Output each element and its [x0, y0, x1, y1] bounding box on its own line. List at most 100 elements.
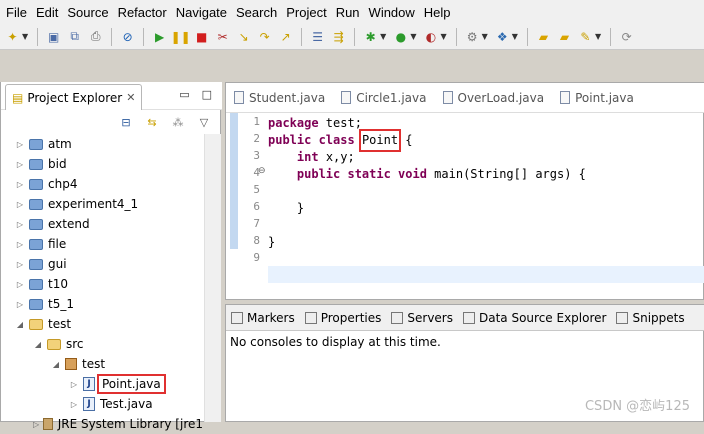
- menu-window[interactable]: Window: [367, 5, 422, 20]
- focus-icon[interactable]: ⁂: [170, 114, 186, 130]
- collapsed-arrow-icon[interactable]: ▷: [15, 140, 25, 149]
- editor-tab[interactable]: Student.java: [226, 83, 333, 113]
- collapsed-arrow-icon[interactable]: ▷: [33, 420, 39, 429]
- collapsed-arrow-icon[interactable]: ▷: [69, 400, 79, 409]
- resume-icon[interactable]: ▶: [151, 28, 168, 45]
- project-folder-icon: [29, 178, 43, 190]
- minimize-icon[interactable]: ▭: [179, 88, 189, 101]
- tree-item[interactable]: ▷ experiment4_1: [1, 194, 203, 214]
- pen-icon[interactable]: ✎: [577, 28, 594, 45]
- collapsed-arrow-icon[interactable]: ▷: [15, 180, 25, 189]
- maximize-icon[interactable]: □: [202, 88, 212, 101]
- menu-edit[interactable]: Edit: [34, 5, 65, 20]
- console-tab-label: Data Source Explorer: [479, 310, 607, 325]
- collapsed-arrow-icon[interactable]: ▷: [15, 160, 25, 169]
- tree-item[interactable]: ▷ J Point.java: [1, 374, 203, 394]
- step-into-icon[interactable]: ↘: [235, 28, 252, 45]
- link-with-editor-icon[interactable]: ⇆: [144, 114, 160, 130]
- tree-item[interactable]: ▷ t10: [1, 274, 203, 294]
- menu-refactor[interactable]: Refactor: [116, 5, 174, 20]
- expanded-arrow-icon[interactable]: ◢: [51, 360, 61, 369]
- collapsed-arrow-icon[interactable]: ▷: [15, 220, 25, 229]
- suspend-icon[interactable]: ❚❚: [171, 28, 191, 45]
- editor-tab-label: Student.java: [249, 90, 326, 105]
- tree-item[interactable]: ▷ JRE System Library [jre1: [1, 414, 203, 434]
- open-project-icon[interactable]: ▰: [556, 28, 573, 45]
- tab-markers[interactable]: Markers: [226, 311, 300, 325]
- tree-item[interactable]: ▷ chp4: [1, 174, 203, 194]
- collapsed-arrow-icon[interactable]: ▷: [15, 260, 25, 269]
- pin-icon[interactable]: ⟳: [618, 28, 635, 45]
- tab-data-source-explorer[interactable]: Data Source Explorer: [458, 311, 611, 325]
- tree-item[interactable]: ◢ test: [1, 314, 203, 334]
- collapsed-arrow-icon[interactable]: ▷: [15, 200, 25, 209]
- expanded-arrow-icon[interactable]: ◢: [15, 320, 25, 329]
- tree-item[interactable]: ▷ gui: [1, 254, 203, 274]
- menu-search[interactable]: Search: [234, 5, 284, 20]
- menu-help[interactable]: Help: [422, 5, 458, 20]
- tree-item[interactable]: ▷ J Test.java: [1, 394, 203, 414]
- menu-source[interactable]: Source: [65, 5, 115, 20]
- tab-snippets[interactable]: Snippets: [611, 311, 689, 325]
- save-all-icon[interactable]: ⧉: [66, 28, 83, 45]
- tree-item-label: test: [48, 317, 72, 331]
- fold-icon[interactable]: ⊖: [258, 166, 266, 176]
- tree-item[interactable]: ▷ bid: [1, 154, 203, 174]
- open-type-icon[interactable]: ⇶: [330, 28, 347, 45]
- new-server-icon[interactable]: ⚙: [464, 28, 481, 45]
- tree-item[interactable]: ▷ t5_1: [1, 294, 203, 314]
- code-area[interactable]: package test; public class Point { int x,…: [268, 113, 704, 283]
- disconnect-icon[interactable]: ✂: [214, 28, 231, 45]
- editor-tabs: Student.java Circle1.java OverLoad.java Poi…: [226, 83, 704, 113]
- run-icon[interactable]: ●: [392, 28, 409, 45]
- external-tools-dropdown-icon[interactable]: ▼: [440, 32, 446, 41]
- print-icon[interactable]: ⎙: [87, 28, 104, 45]
- code-text: test;: [318, 116, 362, 130]
- tree-scrollbar[interactable]: [204, 134, 221, 422]
- editor-tab[interactable]: Circle1.java: [333, 83, 434, 113]
- expanded-arrow-icon[interactable]: ◢: [33, 340, 43, 349]
- new-server-dropdown-icon[interactable]: ▼: [482, 32, 488, 41]
- editor-tab[interactable]: OverLoad.java: [435, 83, 553, 113]
- editor-tab[interactable]: Point.java: [552, 83, 642, 113]
- tab-project-explorer[interactable]: ▤ Project Explorer ✕: [5, 84, 143, 110]
- debug-icon[interactable]: ✱: [362, 28, 379, 45]
- tree-item[interactable]: ◢ src: [1, 334, 203, 354]
- close-icon[interactable]: ✕: [126, 91, 135, 104]
- tree-item[interactable]: ▷ extend: [1, 214, 203, 234]
- open-folder-icon[interactable]: ▰: [535, 28, 552, 45]
- terminate-icon[interactable]: ■: [193, 28, 210, 45]
- tab-properties[interactable]: Properties: [300, 311, 387, 325]
- tree-item[interactable]: ▷ atm: [1, 134, 203, 154]
- pen-dropdown-icon[interactable]: ▼: [595, 32, 601, 41]
- new-icon[interactable]: ✦: [4, 28, 21, 45]
- menu-run[interactable]: Run: [334, 5, 367, 20]
- collapse-all-icon[interactable]: ⊟: [118, 114, 134, 130]
- new-class-icon[interactable]: ❖: [494, 28, 511, 45]
- use-step-filters-icon[interactable]: ☰: [309, 28, 326, 45]
- class-name-highlight: Point: [358, 129, 402, 152]
- save-icon[interactable]: ▣: [45, 28, 62, 45]
- code-text: x,y;: [318, 150, 355, 164]
- tree-item-label: t10: [48, 277, 68, 291]
- step-return-icon[interactable]: ↗: [277, 28, 294, 45]
- view-menu-icon[interactable]: ▽: [196, 114, 212, 130]
- collapsed-arrow-icon[interactable]: ▷: [15, 300, 25, 309]
- external-tools-icon[interactable]: ◐: [422, 28, 439, 45]
- collapsed-arrow-icon[interactable]: ▷: [15, 240, 25, 249]
- tree-item[interactable]: ◢ test: [1, 354, 203, 374]
- menu-file[interactable]: File: [4, 5, 34, 20]
- menu-project[interactable]: Project: [284, 5, 333, 20]
- skip-breakpoints-icon[interactable]: ⊘: [119, 28, 136, 45]
- menu-navigate[interactable]: Navigate: [174, 5, 234, 20]
- new-dropdown-icon[interactable]: ▼: [22, 32, 28, 41]
- new-class-dropdown-icon[interactable]: ▼: [512, 32, 518, 41]
- debug-dropdown-icon[interactable]: ▼: [380, 32, 386, 41]
- collapsed-arrow-icon[interactable]: ▷: [15, 280, 25, 289]
- toolbar-separator: [111, 27, 113, 46]
- tree-item[interactable]: ▷ file: [1, 234, 203, 254]
- step-over-icon[interactable]: ↷: [256, 28, 273, 45]
- collapsed-arrow-icon[interactable]: ▷: [69, 380, 79, 389]
- run-dropdown-icon[interactable]: ▼: [410, 32, 416, 41]
- tab-servers[interactable]: Servers: [386, 311, 458, 325]
